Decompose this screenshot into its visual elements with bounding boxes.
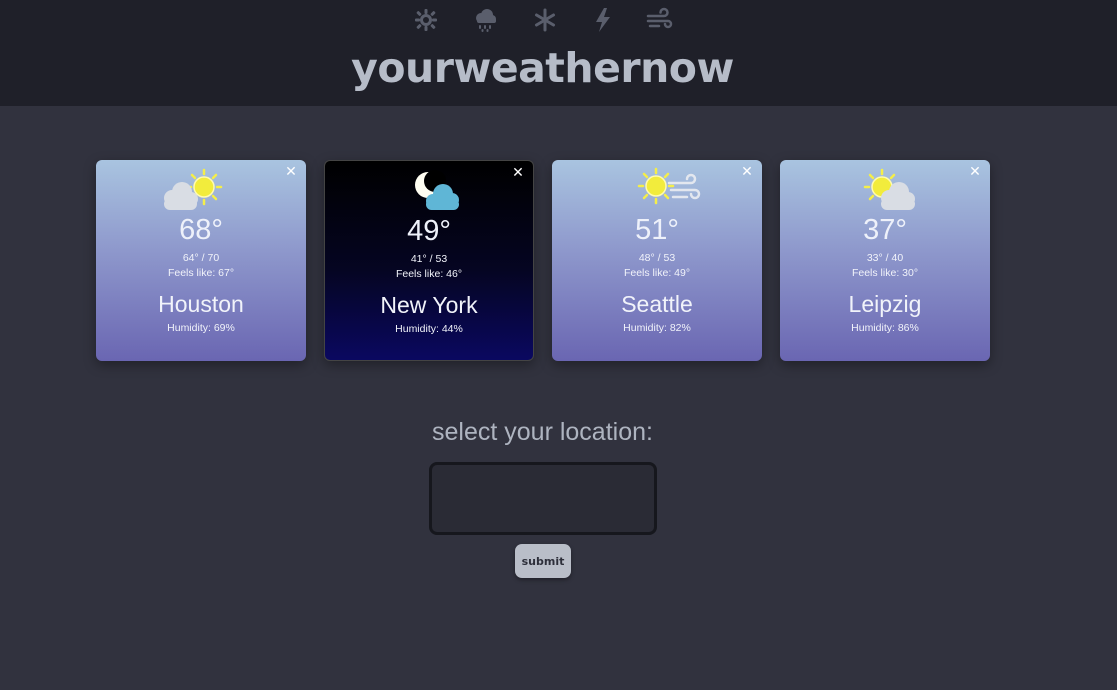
submit-button[interactable]: submit [515, 544, 571, 578]
night-cloudy-icon [386, 167, 474, 213]
weather-card-new-york[interactable]: ✕ 49° 41° / 53 Feels like: 46° New York … [324, 160, 534, 361]
partly-sunny-icon [157, 166, 245, 212]
city-name: Houston [158, 291, 244, 317]
lightning-icon[interactable] [590, 6, 618, 34]
snowflake-icon[interactable] [532, 6, 560, 34]
temperature: 37° [863, 214, 907, 246]
temp-range: 64° / 70 [182, 252, 220, 264]
humidity: Humidity: 69% [167, 322, 235, 334]
feels-like: Feels like: 49° [623, 267, 691, 279]
location-input[interactable] [429, 462, 657, 535]
temperature: 68° [179, 214, 223, 246]
temp-range: 41° / 53 [410, 253, 448, 265]
temperature: 49° [407, 215, 451, 247]
close-card-button[interactable]: ✕ [740, 165, 754, 179]
humidity: Humidity: 44% [395, 323, 463, 335]
feels-like: Feels like: 67° [167, 267, 235, 279]
temp-range: 33° / 40 [866, 252, 904, 264]
app-header: yourweathernow [0, 0, 1117, 106]
weather-type-icons [408, 6, 678, 34]
close-card-button[interactable]: ✕ [284, 165, 298, 179]
city-name: Leipzig [848, 291, 922, 317]
feels-like: Feels like: 30° [851, 267, 919, 279]
rain-cloud-icon[interactable] [472, 6, 500, 34]
wind-icon[interactable] [646, 6, 674, 34]
feels-like: Feels like: 46° [395, 268, 463, 280]
app-title: yourweathernow [351, 44, 734, 92]
temp-range: 48° / 53 [638, 252, 676, 264]
weather-card-leipzig[interactable]: ✕ 37° 33° / 40 Feels like: 30° Leipzig H… [780, 160, 990, 361]
temperature: 51° [635, 214, 679, 246]
location-label: select your location: [432, 418, 653, 446]
weather-card-houston[interactable]: ✕ 68° 64° / 70 Feels like: 67° Houston H… [96, 160, 306, 361]
partly-sunny-icon [841, 166, 929, 212]
close-card-button[interactable]: ✕ [511, 166, 525, 180]
humidity: Humidity: 82% [623, 322, 691, 334]
sunny-windy-icon [613, 166, 701, 212]
weather-card-seattle[interactable]: ✕ 51° 48° / 53 Feels like: 49° Seattle H… [552, 160, 762, 361]
humidity: Humidity: 86% [851, 322, 919, 334]
close-card-button[interactable]: ✕ [968, 165, 982, 179]
sun-icon[interactable] [414, 6, 442, 34]
city-name: Seattle [621, 291, 693, 317]
city-name: New York [380, 292, 478, 318]
